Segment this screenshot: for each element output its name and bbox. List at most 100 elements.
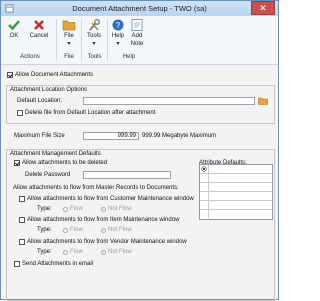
note-icon	[131, 19, 143, 31]
delete-file-row[interactable]: Delete file from Default Location after …	[17, 110, 155, 117]
attribute-row[interactable]	[200, 174, 272, 183]
flow-customer-checkbox[interactable]	[19, 196, 25, 202]
add-note-label-line2: Note	[130, 41, 144, 47]
attribute-radio-cell[interactable]	[200, 165, 209, 173]
ribbon-group-help: Help	[122, 54, 136, 60]
ribbon-separator	[107, 19, 108, 61]
cancel-label: Cancel	[29, 33, 49, 39]
flow-item-flow-option: Flow	[63, 227, 83, 234]
attribute-row[interactable]	[200, 165, 272, 174]
flow-item-label: Allow attachments to flow from Item Main…	[27, 217, 180, 223]
tools-menu-button[interactable]: Tools ▾	[84, 18, 104, 48]
svg-text:?: ?	[116, 21, 121, 30]
flow-vendor-flow-option: Flow	[63, 249, 83, 256]
ribbon-group-tools: Tools	[87, 54, 102, 60]
attribute-defaults-grid[interactable]	[199, 164, 273, 220]
flow-customer-flow-radio	[63, 206, 68, 212]
send-email-checkbox[interactable]	[14, 261, 20, 267]
add-note-button[interactable]: Add Note	[128, 18, 146, 48]
attribute-row[interactable]	[200, 183, 272, 192]
attribute-radio-cell[interactable]	[200, 192, 209, 200]
management-defaults-title: Attachment Management Defaults	[10, 151, 101, 157]
attribute-radio-cell[interactable]	[200, 210, 209, 218]
send-email-row[interactable]: Send Attachments in email	[14, 261, 93, 268]
tools-dropdown-icon: ▾	[92, 41, 96, 47]
default-location-label: Default Location:	[17, 98, 63, 104]
browse-folder-icon[interactable]	[258, 97, 268, 105]
cancel-x-icon	[34, 20, 44, 30]
allow-delete-label: Allow attachments to be deleted	[22, 160, 108, 166]
delete-file-label: Delete file from Default Location after …	[25, 110, 156, 116]
allow-attachments-checkbox[interactable]	[7, 72, 13, 78]
flow-customer-type-label: Type:	[37, 206, 52, 212]
flow-vendor-checkbox[interactable]	[19, 239, 25, 245]
flow-item-flow-label: Flow	[70, 227, 83, 233]
flow-customer-notflow-radio	[101, 206, 106, 212]
flow-title: Allow attachments to flow from Master Re…	[13, 185, 179, 191]
ribbon-group-file: File	[64, 54, 74, 60]
default-location-field[interactable]	[83, 97, 255, 105]
attribute-radio-cell[interactable]	[200, 183, 209, 191]
ribbon-separator	[56, 19, 57, 61]
allow-delete-row[interactable]: Allow attachments to be deleted	[14, 160, 107, 167]
flow-item-notflow-radio	[101, 227, 106, 233]
max-file-size-unit: 999.99 Megabyte Maximum	[142, 133, 217, 139]
flow-vendor-type-label: Type:	[37, 249, 52, 255]
delete-password-label: Delete Password	[25, 172, 71, 178]
file-menu-button[interactable]: File ▾	[61, 18, 77, 48]
cancel-button[interactable]: Cancel	[28, 18, 50, 40]
send-email-label: Send Attachments in email	[22, 261, 94, 267]
ribbon-toolbar: OK Cancel File ▾ Tools ▾ ? Help ▾ Add No…	[1, 16, 278, 65]
file-label: File	[64, 33, 74, 39]
flow-customer-flow-option: Flow	[63, 206, 83, 213]
selected-radio-icon	[201, 166, 207, 172]
flow-item-checkbox[interactable]	[19, 217, 25, 223]
help-menu-button[interactable]: ? Help ▾	[110, 18, 126, 48]
allow-delete-checkbox[interactable]	[14, 160, 20, 166]
flow-customer-notflow-label: Not Flow	[108, 206, 132, 212]
flow-customer-label: Allow attachments to flow from Customer …	[27, 196, 194, 202]
help-icon: ?	[112, 19, 124, 31]
allow-attachments-row[interactable]: Allow Document Attachments	[7, 72, 93, 79]
help-dropdown-icon: ▾	[116, 41, 120, 47]
ribbon-group-actions: Actions	[20, 54, 40, 60]
location-options-title: Attachment Location Options	[10, 87, 88, 93]
attribute-radio-cell[interactable]	[200, 201, 209, 209]
flow-vendor-label: Allow attachments to flow from Vendor Ma…	[27, 239, 187, 245]
tools-icon	[89, 19, 100, 31]
document-attachment-setup-window: Document Attachment Setup - TWO (sa) ✕ O…	[0, 0, 279, 301]
flow-customer-row[interactable]: Allow attachments to flow from Customer …	[19, 196, 194, 203]
max-file-size-field[interactable]: 999.99	[83, 132, 139, 140]
help-label: Help	[111, 33, 125, 39]
ok-button[interactable]: OK	[7, 18, 21, 40]
folder-icon	[62, 20, 76, 31]
flow-vendor-notflow-option: Not Flow	[101, 249, 132, 256]
attribute-row[interactable]	[200, 192, 272, 201]
attribute-radio-cell[interactable]	[200, 174, 209, 182]
attribute-row[interactable]	[200, 210, 272, 219]
checkmark-icon	[8, 20, 20, 31]
allow-attachments-label: Allow Document Attachments	[15, 72, 94, 78]
window-close-button[interactable]: ✕	[251, 1, 275, 15]
attribute-row[interactable]	[200, 201, 272, 210]
flow-item-row[interactable]: Allow attachments to flow from Item Main…	[19, 217, 179, 224]
flow-vendor-notflow-radio	[101, 249, 106, 255]
ribbon-separator	[81, 19, 82, 61]
max-file-size-label: Maximum File Size	[14, 133, 65, 139]
flow-item-notflow-option: Not Flow	[101, 227, 132, 234]
flow-vendor-notflow-label: Not Flow	[108, 249, 132, 255]
title-bar: Document Attachment Setup - TWO (sa) ✕	[1, 1, 278, 16]
flow-vendor-row[interactable]: Allow attachments to flow from Vendor Ma…	[19, 239, 187, 246]
flow-customer-notflow-option: Not Flow	[101, 206, 132, 213]
delete-file-checkbox[interactable]	[17, 110, 23, 116]
flow-customer-flow-label: Flow	[70, 206, 83, 212]
flow-item-type-label: Type:	[37, 227, 52, 233]
add-note-label-line1: Add	[131, 33, 143, 39]
delete-password-field[interactable]	[83, 171, 171, 179]
window-title: Document Attachment Setup - TWO (sa)	[72, 4, 207, 13]
flow-item-flow-radio	[63, 227, 68, 233]
flow-vendor-flow-radio	[63, 249, 68, 255]
flow-vendor-flow-label: Flow	[70, 249, 83, 255]
flow-item-notflow-label: Not Flow	[108, 227, 132, 233]
tools-label: Tools	[86, 33, 101, 39]
